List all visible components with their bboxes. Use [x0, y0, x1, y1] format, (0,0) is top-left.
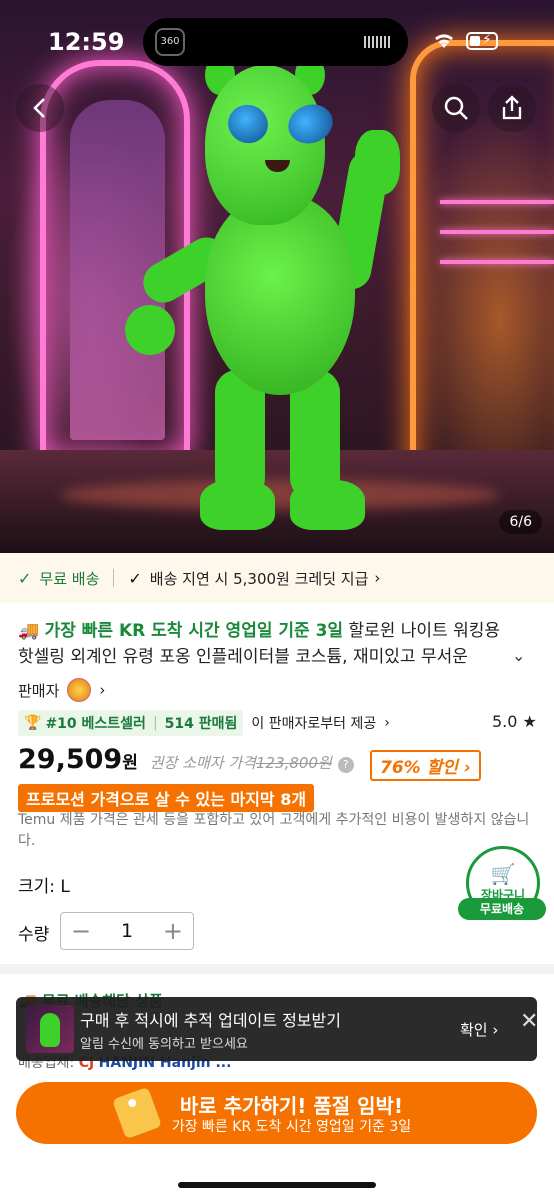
check-icon: ✓	[18, 568, 32, 588]
rrp-label: 권장 소매자 가격	[149, 754, 256, 772]
add-to-cart-button[interactable]: 바로 추가하기! 품절 임박! 가장 빠른 KR 도착 시간 영업일 기준 3일	[16, 1082, 537, 1144]
status-time: 12:59	[48, 28, 125, 56]
chevron-right-icon: ›	[463, 758, 471, 778]
rrp-price: 123,800원	[255, 754, 332, 772]
toast-subtitle: 알림 수신에 동의하고 받으세요	[80, 1037, 248, 1052]
alien-costume	[110, 50, 410, 540]
bestseller-rank: #10 베스트셀러	[45, 716, 146, 732]
neon-stripe	[440, 260, 554, 264]
share-icon	[502, 95, 522, 120]
check-icon: ✓	[128, 568, 142, 588]
search-icon	[444, 96, 468, 120]
toast-thumbnail	[26, 1005, 74, 1053]
search-button[interactable]	[432, 84, 480, 132]
notification-toast[interactable]: 구매 후 적시에 추적 업데이트 정보받기 알림 수신에 동의하고 받으세요 확…	[16, 997, 538, 1061]
home-indicator	[178, 1182, 376, 1188]
share-button[interactable]	[488, 84, 536, 132]
plus-button[interactable]: +	[163, 917, 183, 945]
chevron-left-icon	[33, 98, 45, 118]
minus-button[interactable]: −	[71, 917, 91, 945]
promo-badge: 프로모션 가격으로 살 수 있는 마지막 8개	[18, 784, 315, 812]
product-image[interactable]: 6/6	[0, 0, 554, 553]
star-icon: ★	[522, 712, 537, 731]
quantity-stepper: − 1 +	[60, 912, 194, 950]
close-icon[interactable]: ✕	[520, 1009, 538, 1034]
cart-free-shipping-badge: 무료배송	[458, 898, 546, 920]
chevron-right-icon: ›	[384, 715, 390, 731]
toast-confirm-button[interactable]: 확인 ›	[460, 1019, 498, 1040]
price-unit: 원	[122, 753, 138, 773]
quantity-label: 수량	[18, 925, 50, 945]
current-price: 29,509	[18, 744, 123, 775]
image-counter: 6/6	[499, 510, 542, 534]
price-row: 29,509 원 권장 소매자 가격 123,800원 ?	[18, 744, 364, 780]
sold-count: 514 판매됨	[164, 716, 238, 732]
shipping-strip[interactable]: ✓ 무료 배송 ✓ 배송 지연 시 5,300원 크레딧 지급 ›	[0, 553, 554, 603]
discount-label: 76% 할인	[380, 758, 458, 778]
neon-stripe	[440, 200, 554, 204]
quantity-value[interactable]: 1	[121, 920, 133, 942]
seller-logo	[67, 678, 92, 702]
cta-sub-label: 가장 빠른 KR 도착 시간 영업일 기준 3일	[171, 1119, 412, 1135]
seller-row[interactable]: 판매자 ›	[18, 678, 105, 702]
section-divider	[0, 964, 554, 974]
dynamic-island: 360	[143, 18, 408, 66]
rating[interactable]: 5.0 ★	[492, 712, 537, 731]
chevron-right-icon: ›	[492, 1021, 499, 1039]
toast-title: 구매 후 적시에 추적 업데이트 정보받기	[80, 1011, 341, 1030]
camera-360-icon: 360	[155, 28, 185, 56]
divider	[113, 569, 115, 587]
toast-confirm-label: 확인	[460, 1021, 488, 1039]
neon-stripe	[440, 230, 554, 234]
provided-by-label: 이 판매자로부터 제공	[251, 716, 377, 732]
fast-arrival-label: 가장 빠른 KR 도착 시간 영업일 기준 3일	[44, 621, 344, 641]
discount-badge[interactable]: 76% 할인 ›	[370, 750, 481, 781]
chevron-right-icon: ›	[374, 569, 381, 587]
seller-label: 판매자	[18, 681, 60, 700]
rating-value: 5.0	[492, 712, 518, 731]
back-button[interactable]	[16, 84, 64, 132]
cart-icon: 🛒	[490, 861, 516, 886]
help-icon[interactable]: ?	[337, 757, 354, 773]
expand-chevron-down-icon[interactable]: ⌄	[512, 646, 525, 665]
status-bar: 12:59 360 ⚡	[0, 0, 554, 80]
truck-icon: 🚚	[18, 621, 40, 641]
size-selector[interactable]: 크기: L	[18, 872, 70, 897]
bestseller-badge: 🏆 #10 베스트셀러 | 514 판매됨	[18, 710, 244, 736]
trophy-icon: 🏆	[24, 715, 42, 731]
chevron-right-icon: ›	[99, 681, 106, 699]
cta-main-label: 바로 추가하기! 품절 임박!	[179, 1094, 404, 1118]
tax-note: Temu 제품 가격은 관세 등을 포함하고 있어 고객에게 추가적인 비용이 …	[18, 812, 530, 849]
product-title[interactable]: 🚚 가장 빠른 KR 도착 시간 영업일 기준 3일 할로윈 나이트 워킹용 핫…	[18, 618, 518, 670]
audio-bars-icon	[364, 36, 390, 48]
bestseller-row[interactable]: 🏆 #10 베스트셀러 | 514 판매됨 이 판매자로부터 제공 ›	[18, 710, 390, 736]
wifi-icon	[432, 30, 456, 56]
free-shipping-label: 무료 배송	[39, 569, 100, 588]
battery-icon: ⚡	[466, 32, 498, 50]
delay-credit-label: 배송 지연 시 5,300원 크레딧 지급	[149, 569, 369, 588]
